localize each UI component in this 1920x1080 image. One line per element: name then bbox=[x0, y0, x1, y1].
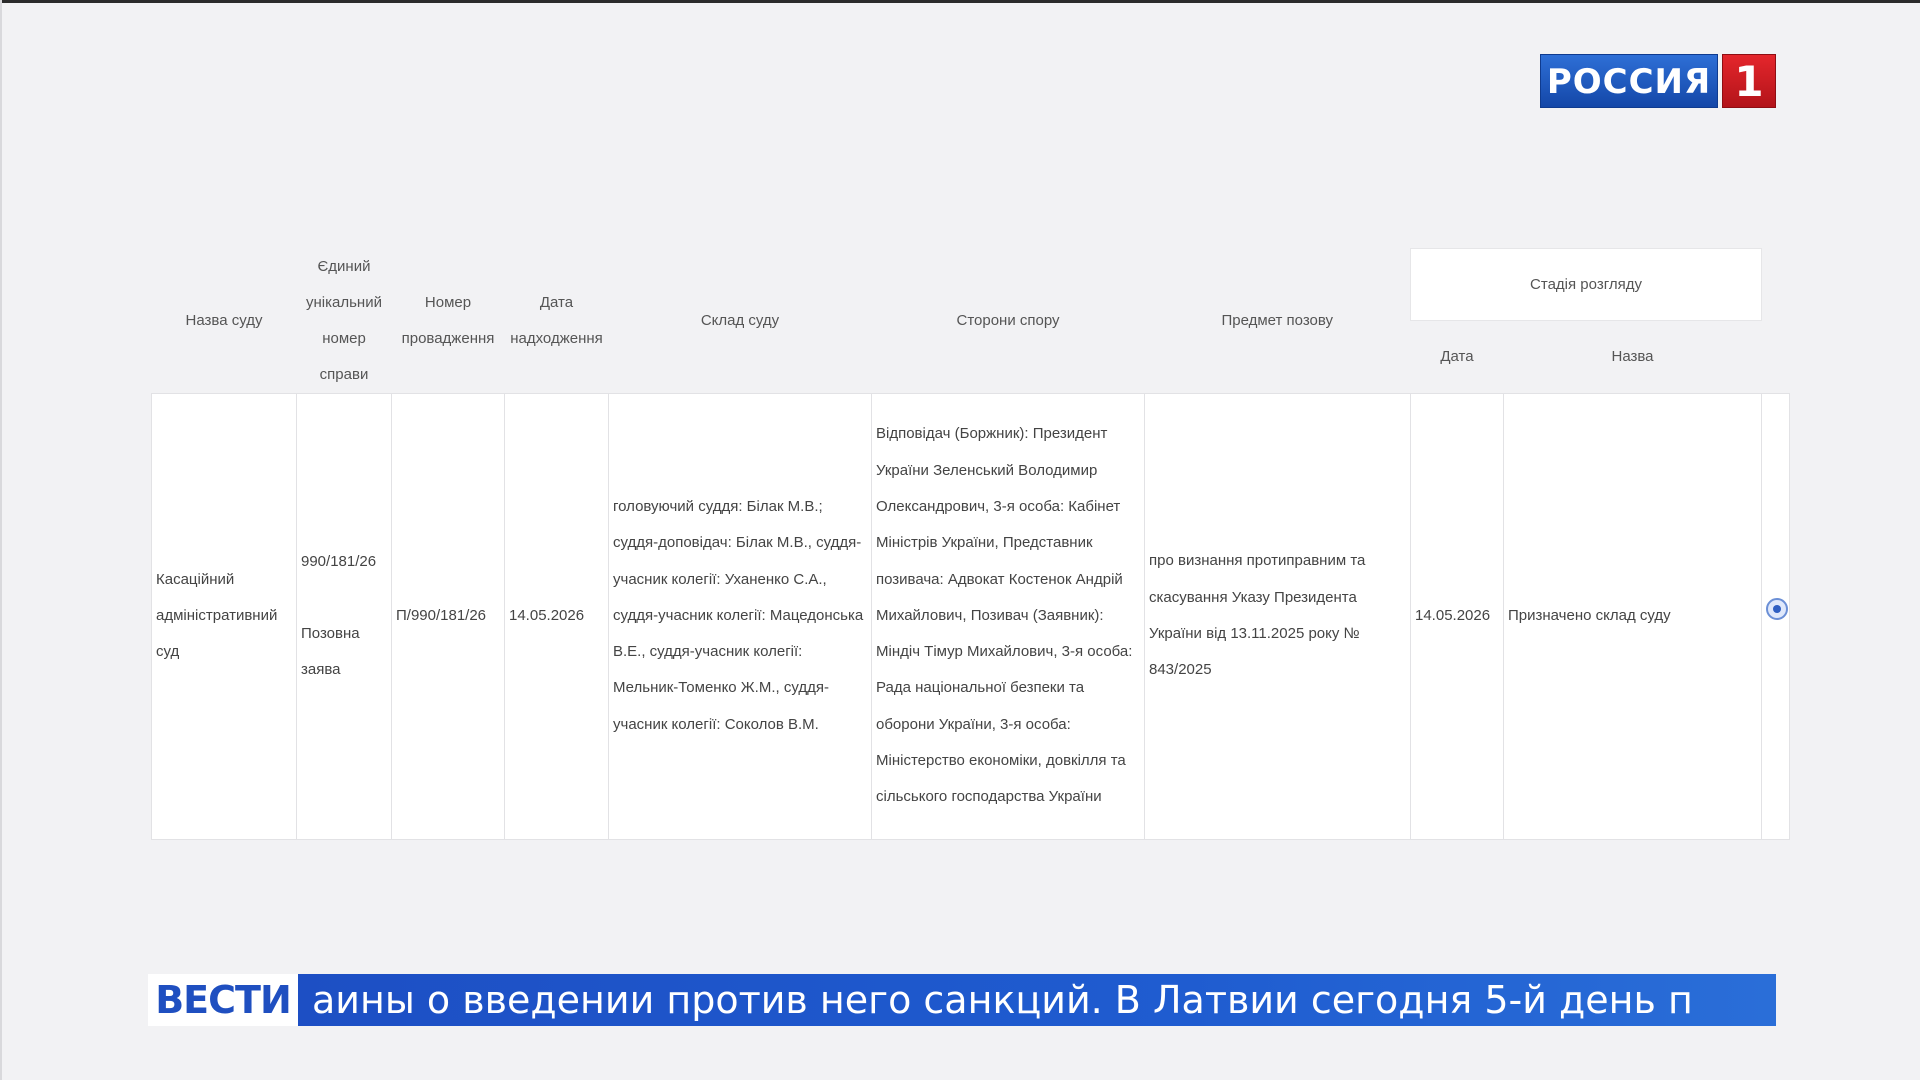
header-receipt-date: Дата надходження bbox=[510, 293, 603, 347]
cell-stage-date: 14.05.2026 bbox=[1410, 392, 1504, 840]
header-stage-date: Дата bbox=[1440, 347, 1474, 365]
ticker-brand-logo: ВЕСТИ bbox=[148, 974, 298, 1026]
header-parties: Сторони спору bbox=[956, 311, 1060, 329]
cell-parties: Відповідач (Боржник): Президент України … bbox=[871, 392, 1145, 840]
header-court-name: Назва суду bbox=[185, 311, 263, 329]
left-border bbox=[0, 0, 2, 1080]
channel-logo-number: 1 bbox=[1722, 54, 1776, 108]
table-header: Назва суду Єдиний унікальний номер справ… bbox=[152, 247, 1790, 394]
header-action bbox=[1762, 249, 1790, 394]
cell-subject: про визнання протиправним та скасування … bbox=[1144, 392, 1411, 840]
case-type: Позовна заява bbox=[301, 624, 360, 679]
table-row: Касаційний адміністративний суд 990/181/… bbox=[151, 392, 1791, 840]
news-ticker: ВЕСТИ аины о введении против него санкци… bbox=[148, 974, 1776, 1026]
header-stage: Стадія розгляду bbox=[1409, 247, 1763, 322]
ticker-text: аины о введении против него санкций. В Л… bbox=[298, 974, 1776, 1026]
court-case-table: Назва суду Єдиний унікальний номер справ… bbox=[151, 247, 1791, 840]
header-unique-number: Єдиний унікальний номер справи bbox=[306, 257, 382, 383]
channel-logo-name: РОССИЯ bbox=[1540, 54, 1718, 108]
cell-court-name: Касаційний адміністративний суд bbox=[151, 392, 297, 840]
channel-logo: РОССИЯ 1 bbox=[1540, 54, 1776, 108]
cell-court-composition: головуючий суддя: Білак М.В.; суддя-допо… bbox=[608, 392, 872, 840]
header-proceeding-number: Номер провадження bbox=[401, 293, 495, 347]
header-court-composition: Склад суду bbox=[700, 311, 780, 329]
view-details-icon[interactable] bbox=[1766, 597, 1789, 620]
header-subject: Предмет позову bbox=[1221, 311, 1334, 329]
cell-stage-name: Призначено склад суду bbox=[1502, 392, 1763, 840]
cell-unique-number: 990/181/26 Позовна заява bbox=[296, 392, 392, 840]
cell-proceeding-number: П/990/181/26 bbox=[391, 392, 505, 840]
cell-receipt-date: 14.05.2026 bbox=[504, 392, 609, 840]
case-unique-number: 990/181/26 bbox=[301, 552, 377, 570]
top-border bbox=[0, 0, 1920, 3]
cell-action bbox=[1761, 392, 1791, 840]
header-stage-name: Назва bbox=[1611, 347, 1654, 365]
